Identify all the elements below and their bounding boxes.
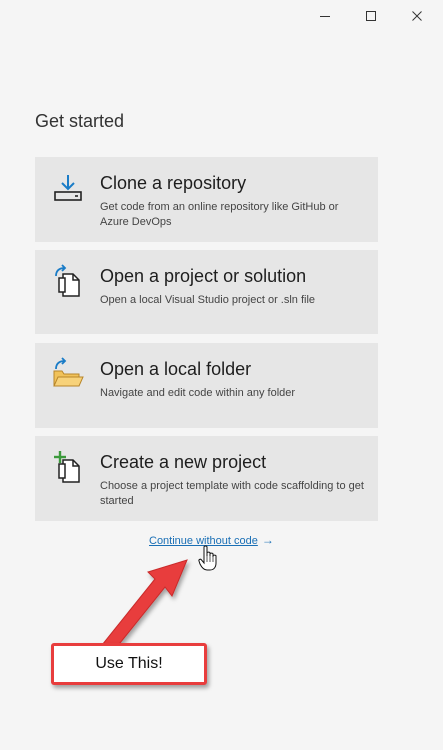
close-icon — [412, 11, 422, 21]
card-description: Choose a project template with code scaf… — [100, 480, 364, 507]
card-title: Open a project or solution — [100, 266, 307, 286]
page-title: Get started — [35, 111, 125, 131]
card-title: Create a new project — [100, 452, 267, 472]
create-project-card[interactable]: Create a new project Choose a project te… — [35, 436, 378, 521]
clone-download-icon — [54, 175, 82, 201]
hand-cursor-icon — [198, 545, 217, 571]
card-description: Get code from an online repository like … — [100, 201, 339, 228]
minimize-button[interactable] — [302, 0, 348, 32]
close-button[interactable] — [394, 0, 440, 32]
card-description: Navigate and edit code within any folder — [100, 387, 296, 399]
clone-repository-card[interactable]: Clone a repository Get code from an onli… — [35, 157, 378, 242]
open-folder-icon — [53, 357, 84, 387]
maximize-icon — [366, 11, 376, 21]
open-folder-card[interactable]: Open a local folder Navigate and edit co… — [35, 343, 378, 428]
arrow-right-icon: → — [261, 533, 274, 547]
card-description: Open a local Visual Studio project or .s… — [100, 294, 316, 306]
new-project-icon — [54, 451, 80, 483]
card-title: Clone a repository — [100, 173, 247, 193]
open-project-icon — [55, 264, 80, 297]
annotation-callout: Use This! — [51, 643, 207, 685]
card-title: Open a local folder — [100, 359, 252, 379]
maximize-button[interactable] — [348, 0, 394, 32]
minimize-icon — [320, 16, 330, 17]
open-project-card[interactable]: Open a project or solution Open a local … — [35, 250, 378, 334]
